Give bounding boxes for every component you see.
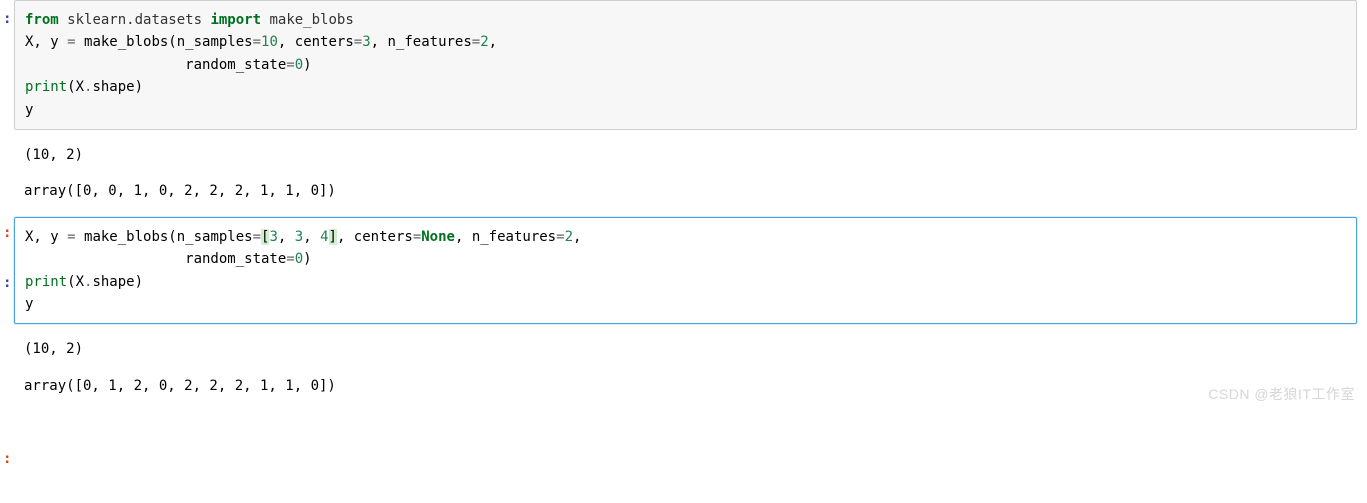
const-none: None xyxy=(421,229,455,245)
import-name: make_blobs xyxy=(269,12,353,28)
spacer xyxy=(24,170,1347,180)
out-prompt-1: : xyxy=(3,222,11,244)
arg-name: random_state xyxy=(25,57,286,73)
paren-open: (X xyxy=(67,274,84,290)
expr-y: y xyxy=(25,296,33,312)
op-eq: = xyxy=(253,34,261,50)
prompt-column: : : : : xyxy=(0,0,14,411)
arg-sep: , n_features xyxy=(455,229,556,245)
num-literal: 2 xyxy=(480,34,488,50)
paren-close: ) xyxy=(135,79,143,95)
output-shape-2: (10, 2) xyxy=(24,338,1347,360)
op-eq: = xyxy=(472,34,480,50)
assign-lhs: X, y xyxy=(25,229,67,245)
arg-sep: , centers xyxy=(278,34,354,50)
bracket-close: ] xyxy=(329,229,337,245)
op-eq: = xyxy=(286,251,294,267)
num-literal: 0 xyxy=(295,57,303,73)
op-eq: = xyxy=(354,34,362,50)
watermark: CSDN @老狼IT工作室 xyxy=(1208,383,1355,405)
op-eq: = xyxy=(556,229,564,245)
comma: , xyxy=(489,34,497,50)
num-literal: 0 xyxy=(295,251,303,267)
output-array-1: array([0, 0, 1, 0, 2, 2, 2, 1, 1, 0]) xyxy=(24,180,1347,202)
attr-shape: shape xyxy=(92,274,134,290)
comma: , xyxy=(278,229,295,245)
builtin-print: print xyxy=(25,79,67,95)
op-eq: = xyxy=(413,229,421,245)
attr-shape: shape xyxy=(92,79,134,95)
output-block-2: (10, 2) array([0, 1, 2, 0, 2, 2, 2, 1, 1… xyxy=(14,334,1357,411)
num-literal: 3 xyxy=(362,34,370,50)
paren-close: ) xyxy=(135,274,143,290)
keyword-import: import xyxy=(210,12,261,28)
op-eq: = xyxy=(67,34,75,50)
paren-close: ) xyxy=(303,57,311,73)
keyword-from: from xyxy=(25,12,59,28)
out-prompt-2: : xyxy=(3,448,11,470)
op-eq: = xyxy=(253,229,261,245)
op-eq: = xyxy=(286,57,294,73)
code-cell-2-content: X, y = make_blobs(n_samples=[3, 3, 4], c… xyxy=(25,226,1346,316)
in-prompt-1: : xyxy=(3,8,11,30)
in-prompt-2: : xyxy=(3,272,11,294)
num-literal: 4 xyxy=(320,229,328,245)
comma: , xyxy=(573,229,581,245)
num-literal: 3 xyxy=(295,229,303,245)
num-literal: 10 xyxy=(261,34,278,50)
assign-lhs: X, y xyxy=(25,34,67,50)
op-eq: = xyxy=(67,229,75,245)
call-fn: make_blobs(n_samples xyxy=(76,34,253,50)
output-block-1: (10, 2) array([0, 0, 1, 0, 2, 2, 2, 1, 1… xyxy=(14,140,1357,217)
output-array-2: array([0, 1, 2, 0, 2, 2, 2, 1, 1, 0]) xyxy=(24,375,1347,397)
comma: , xyxy=(303,229,320,245)
arg-name: random_state xyxy=(25,251,286,267)
expr-y: y xyxy=(25,102,33,118)
code-cell-1[interactable]: from sklearn.datasets import make_blobs … xyxy=(14,0,1357,130)
module-name: sklearn.datasets xyxy=(67,12,202,28)
arg-sep: , n_features xyxy=(371,34,472,50)
call-fn: make_blobs(n_samples xyxy=(76,229,253,245)
paren-close: ) xyxy=(303,251,311,267)
paren-open: (X xyxy=(67,79,84,95)
arg-sep: , centers xyxy=(337,229,413,245)
spacer xyxy=(24,365,1347,375)
code-cell-1-content: from sklearn.datasets import make_blobs … xyxy=(25,9,1346,121)
num-literal: 3 xyxy=(269,229,277,245)
builtin-print: print xyxy=(25,274,67,290)
num-literal: 2 xyxy=(565,229,573,245)
output-shape-1: (10, 2) xyxy=(24,144,1347,166)
code-cell-2[interactable]: X, y = make_blobs(n_samples=[3, 3, 4], c… xyxy=(14,217,1357,325)
